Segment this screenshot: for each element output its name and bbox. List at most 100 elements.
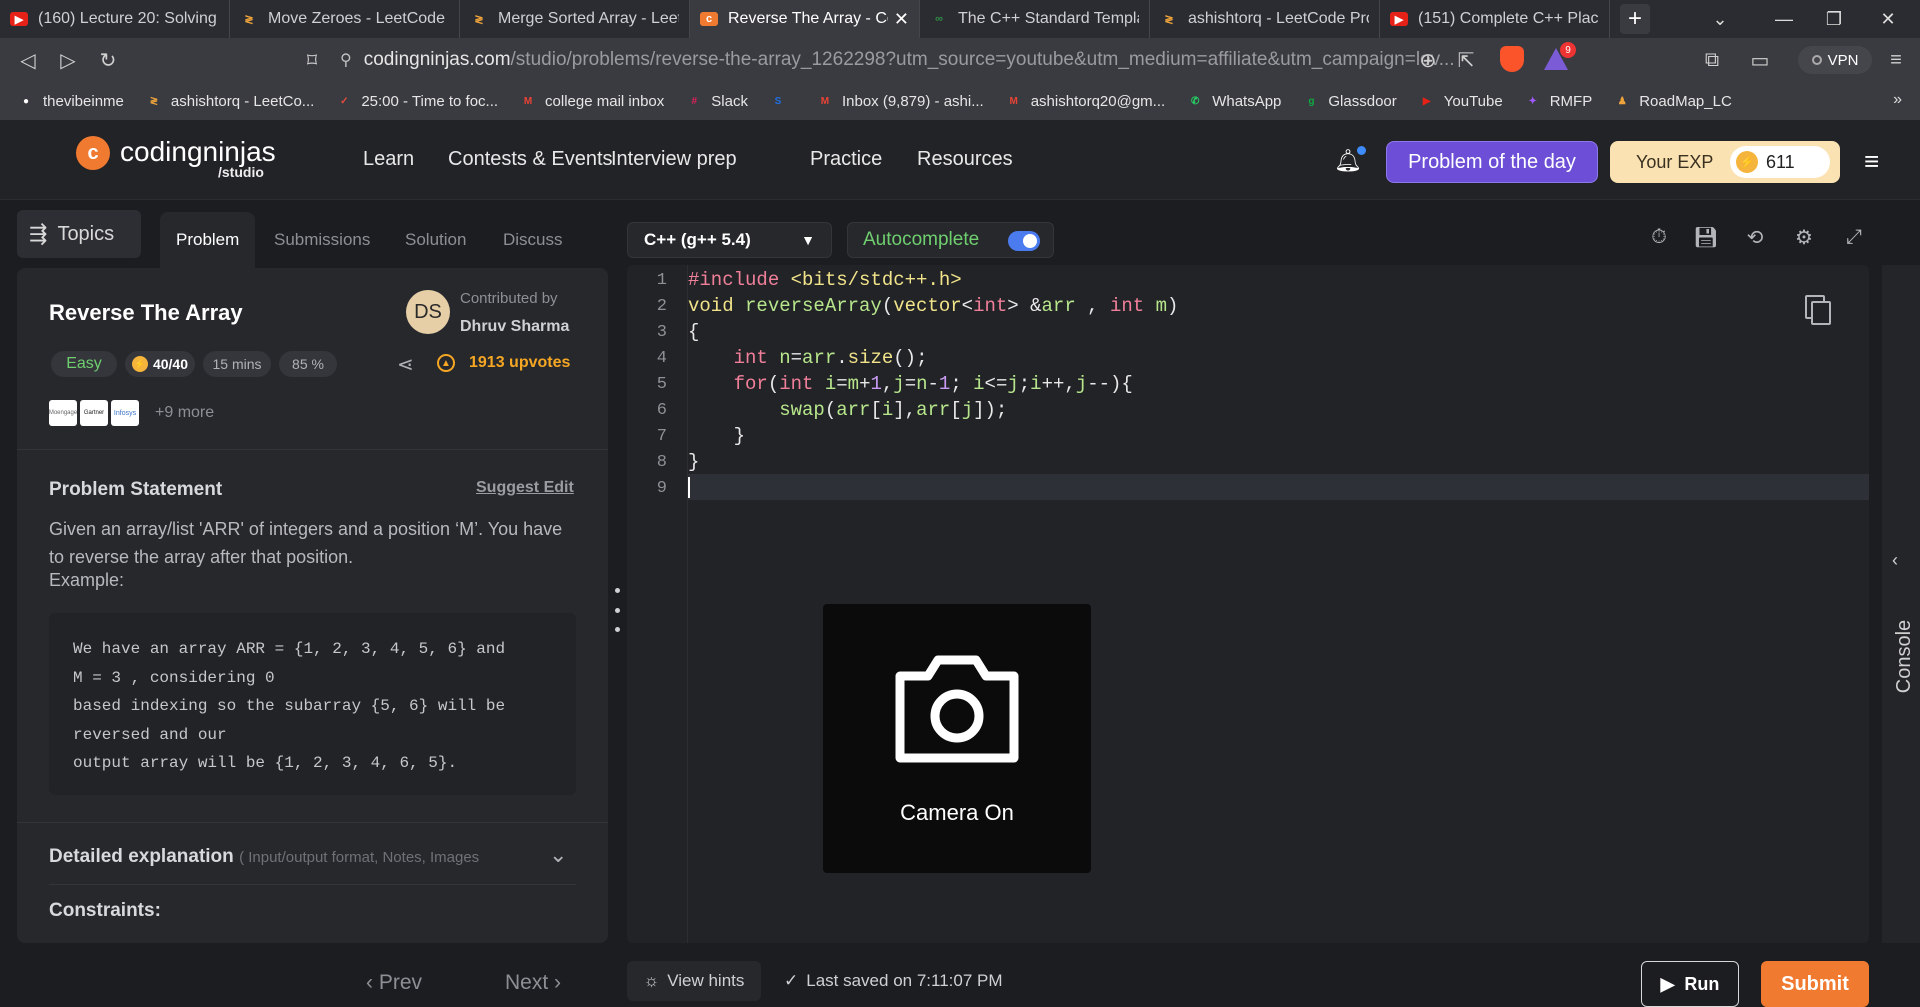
minimize-icon[interactable]: — bbox=[1760, 0, 1808, 38]
share-icon[interactable]: ⋖ bbox=[397, 352, 414, 377]
browser-tab[interactable]: ≷ Move Zeroes - LeetCode bbox=[230, 0, 460, 38]
extensions-icon[interactable]: ⧉ bbox=[1692, 40, 1732, 80]
browser-tab[interactable]: ∞ The C++ Standard Templat bbox=[920, 0, 1150, 38]
code-line: int n=arr.size(); bbox=[733, 347, 928, 369]
notification-bell-icon[interactable]: 🔔︎ bbox=[1334, 146, 1366, 174]
bookmark-item[interactable]: g Glassdoor bbox=[1303, 93, 1396, 110]
camera-overlay[interactable]: Camera On bbox=[823, 604, 1091, 873]
exp-card[interactable]: Your EXP ⚡ 611 bbox=[1610, 141, 1840, 183]
fullscreen-icon[interactable]: ⤢ bbox=[1840, 223, 1868, 251]
bookmark-label: Slack bbox=[711, 92, 748, 110]
tab-problem[interactable]: Problem bbox=[160, 212, 256, 268]
browser-tab[interactable]: ≷ ashishtorq - LeetCode Prof bbox=[1150, 0, 1380, 38]
share-icon[interactable]: ⇱ bbox=[1446, 40, 1486, 80]
chevron-left-icon[interactable]: ‹ bbox=[1892, 550, 1898, 571]
close-window-icon[interactable]: ✕ bbox=[1864, 0, 1912, 38]
more-companies-link[interactable]: +9 more bbox=[155, 404, 214, 422]
autocomplete-toggle[interactable]: Autocomplete bbox=[847, 222, 1054, 258]
brave-shield-icon[interactable] bbox=[1500, 46, 1524, 72]
reset-code-icon[interactable]: ⟲ bbox=[1741, 223, 1769, 251]
bookmark-item[interactable]: Mashishtorq20@gm... bbox=[1006, 93, 1166, 110]
language-value: C++ (g++ 5.4) bbox=[644, 230, 751, 249]
detailed-explanation-heading: Detailed explanation bbox=[49, 846, 234, 867]
chevron-down-icon[interactable]: ⌄ bbox=[549, 842, 567, 868]
site-settings-icon[interactable]: ⚲ bbox=[340, 50, 352, 70]
bookmark-item[interactable]: M Inbox (9,879) - ashi... bbox=[817, 93, 984, 110]
nav-interview-prep[interactable]: Interview prep bbox=[611, 148, 737, 171]
console-panel-collapsed[interactable]: ‹ Console bbox=[1882, 265, 1920, 943]
run-button[interactable]: ▶ Run bbox=[1641, 961, 1739, 1007]
language-select[interactable]: C++ (g++ 5.4) ▼ bbox=[627, 222, 832, 258]
bookmark-favicon-icon: ● bbox=[22, 95, 30, 107]
upvote-icon[interactable]: ▲ bbox=[437, 354, 455, 372]
upvote-count[interactable]: 1913 upvotes bbox=[469, 354, 570, 372]
prev-button[interactable]: ‹ Prev bbox=[366, 971, 422, 995]
submit-button[interactable]: Submit bbox=[1761, 961, 1869, 1007]
bookmark-item[interactable]: # Slack bbox=[686, 93, 748, 110]
vpn-status-icon bbox=[1811, 55, 1822, 65]
topics-button[interactable]: ⇶ Topics bbox=[17, 210, 141, 258]
browser-tab[interactable]: ≷ Merge Sorted Array - LeetC bbox=[460, 0, 690, 38]
url-path: /studio/problems/reverse-the-array_12622… bbox=[510, 49, 1455, 70]
settings-gear-icon[interactable]: ⚙ bbox=[1790, 223, 1818, 251]
bookmark-favicon-icon: ♟ bbox=[1617, 95, 1627, 107]
bookmark-item[interactable]: S bbox=[770, 93, 795, 109]
company-logo[interactable]: Infosys bbox=[111, 400, 139, 426]
reload-icon[interactable]: ↻ bbox=[88, 40, 128, 80]
next-label: Next bbox=[505, 971, 549, 994]
company-logo[interactable]: Moengage bbox=[49, 400, 77, 426]
bookmark-item[interactable]: Mcollege mail inbox bbox=[520, 93, 664, 110]
bookmark-item[interactable]: ✓ 25:00 - Time to foc... bbox=[336, 93, 498, 110]
company-logos: Moengage Gartner Infosys bbox=[49, 400, 139, 426]
nav-learn[interactable]: Learn bbox=[363, 148, 414, 171]
tab-submissions[interactable]: Submissions bbox=[274, 212, 370, 268]
code-editor[interactable]: 1 2 3 4 5 6 7 8 9 #include <bits/stdc++.… bbox=[627, 265, 1869, 943]
tab-solution[interactable]: Solution bbox=[405, 212, 466, 268]
bookmark-item[interactable]: ▶ YouTube bbox=[1419, 93, 1503, 110]
menu-icon[interactable]: ≡ bbox=[1876, 40, 1916, 80]
bookmark-item[interactable]: ✆ WhatsApp bbox=[1187, 93, 1281, 110]
nav-practice[interactable]: Practice bbox=[810, 148, 882, 171]
copy-icon[interactable] bbox=[1805, 295, 1833, 327]
restore-icon[interactable]: ❐ bbox=[1810, 0, 1858, 38]
browser-tab-active[interactable]: c Reverse The Array - Cc ✕ bbox=[690, 0, 920, 38]
back-icon[interactable]: ◁ bbox=[8, 40, 48, 80]
bookmark-item[interactable]: ≷ ashishtorq - LeetCo... bbox=[146, 93, 315, 110]
vpn-button[interactable]: VPN bbox=[1798, 46, 1872, 74]
close-tab-icon[interactable]: ✕ bbox=[894, 9, 909, 30]
bookmark-label: Glassdoor bbox=[1328, 92, 1397, 110]
problem-of-the-day-button[interactable]: Problem of the day bbox=[1386, 141, 1598, 183]
bookmark-icon[interactable]: ⌑ bbox=[292, 40, 332, 80]
save-icon[interactable]: 💾︎ bbox=[1692, 223, 1720, 251]
tab-discuss[interactable]: Discuss bbox=[503, 212, 563, 268]
hamburger-menu-icon[interactable]: ≡ bbox=[1864, 146, 1879, 177]
forward-icon[interactable]: ▷ bbox=[48, 40, 88, 80]
bookmark-item[interactable]: ♟ RoadMap_LC bbox=[1614, 93, 1732, 110]
view-hints-button[interactable]: ☼ View hints bbox=[627, 961, 761, 1001]
topics-icon: ⇶ bbox=[29, 221, 48, 246]
detailed-explanation-toggle[interactable]: Detailed explanation ( Input/output form… bbox=[49, 846, 479, 868]
suggest-edit-link[interactable]: Suggest Edit bbox=[476, 479, 574, 497]
browser-tab[interactable]: ▶(151) Complete C++ Placem bbox=[1380, 0, 1610, 38]
next-button[interactable]: Next › bbox=[505, 971, 561, 995]
url-field[interactable]: ⚲ codingninjas.com/studio/problems/rever… bbox=[340, 44, 1580, 76]
wallet-icon[interactable]: ▭ bbox=[1740, 40, 1780, 80]
timer-icon[interactable]: ⏱ bbox=[1645, 223, 1673, 251]
bookmark-item[interactable]: ● thevibeinme bbox=[18, 93, 124, 110]
nav-contests-events[interactable]: Contests & Events bbox=[448, 148, 613, 171]
bookmark-item[interactable]: ✦ RMFP bbox=[1525, 93, 1593, 110]
company-logo[interactable]: Gartner bbox=[80, 400, 108, 426]
zoom-icon[interactable]: ⊕ bbox=[1408, 40, 1448, 80]
panel-resize-handle[interactable] bbox=[614, 588, 620, 632]
contributor-name[interactable]: Dhruv Sharma bbox=[460, 318, 569, 336]
tab-list-chevron-icon[interactable]: ⌄ bbox=[1696, 0, 1744, 38]
nav-resources[interactable]: Resources bbox=[917, 148, 1013, 171]
line-number: 7 bbox=[656, 427, 667, 446]
toggle-switch[interactable] bbox=[1008, 231, 1040, 251]
new-tab-button[interactable]: + bbox=[1620, 4, 1650, 34]
browser-tab[interactable]: ▶ (160) Lecture 20: Solving Le bbox=[0, 0, 230, 38]
console-label[interactable]: Console bbox=[1893, 620, 1916, 693]
bookmarks-overflow-icon[interactable]: » bbox=[1893, 91, 1902, 109]
check-icon: ✓ bbox=[784, 971, 799, 990]
geeksforgeeks-icon: ∞ bbox=[935, 13, 943, 25]
